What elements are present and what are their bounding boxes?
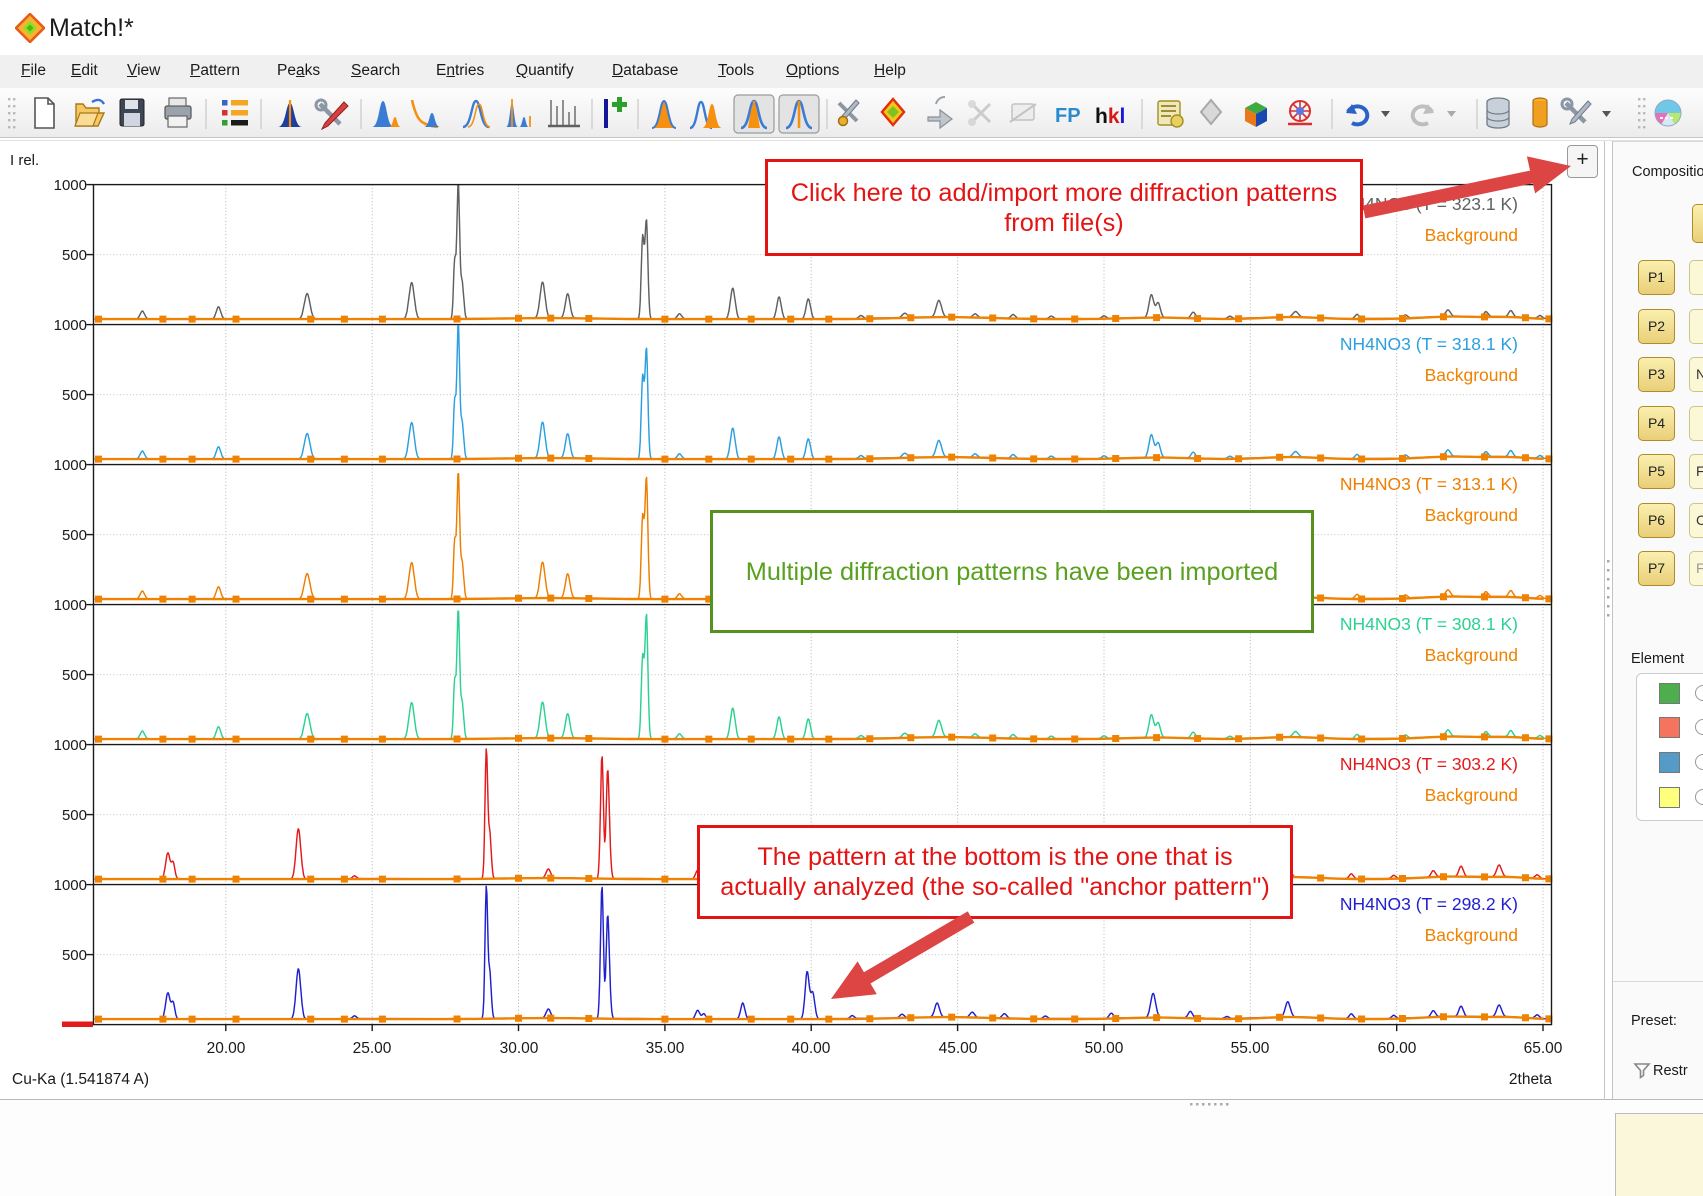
svg-text:40.00: 40.00	[792, 1040, 831, 1057]
svg-text:500: 500	[62, 667, 87, 684]
svg-text:Background: Background	[1425, 645, 1518, 665]
svg-text:500: 500	[62, 247, 87, 264]
svg-text:1000: 1000	[54, 877, 87, 894]
svg-text:NH4NO3 (T = 313.1 K): NH4NO3 (T = 313.1 K)	[1340, 474, 1518, 494]
svg-text:NH4NO3 (T = 298.2 K): NH4NO3 (T = 298.2 K)	[1340, 894, 1518, 914]
svg-text:1000: 1000	[54, 177, 87, 194]
svg-text:35.00: 35.00	[646, 1040, 685, 1057]
svg-text:500: 500	[62, 387, 87, 404]
svg-text:NH4NO3 (T = 318.1 K): NH4NO3 (T = 318.1 K)	[1340, 334, 1518, 354]
svg-text:60.00: 60.00	[1378, 1040, 1417, 1057]
svg-text:NH4NO3 (T = 303.2 K): NH4NO3 (T = 303.2 K)	[1340, 754, 1518, 774]
svg-text:500: 500	[62, 527, 87, 544]
svg-text:NH4NO3 (T = 323.1 K): NH4NO3 (T = 323.1 K)	[1340, 194, 1518, 214]
svg-text:20.00: 20.00	[207, 1040, 246, 1057]
svg-text:45.00: 45.00	[939, 1040, 978, 1057]
svg-text:65.00: 65.00	[1524, 1040, 1563, 1057]
svg-text:30.00: 30.00	[500, 1040, 539, 1057]
svg-text:500: 500	[62, 947, 87, 964]
svg-text:Background: Background	[1425, 925, 1518, 945]
svg-text:Background: Background	[1425, 785, 1518, 805]
svg-text:Cu-Ka (1.541874 A): Cu-Ka (1.541874 A)	[12, 1071, 149, 1088]
svg-text:Background: Background	[1425, 365, 1518, 385]
svg-text:500: 500	[62, 807, 87, 824]
svg-text:1000: 1000	[54, 597, 87, 614]
svg-text:55.00: 55.00	[1231, 1040, 1270, 1057]
svg-text:1000: 1000	[54, 457, 87, 474]
svg-text:25.00: 25.00	[353, 1040, 392, 1057]
svg-text:2theta: 2theta	[1509, 1071, 1552, 1088]
svg-text:1000: 1000	[54, 317, 87, 334]
svg-text:50.00: 50.00	[1085, 1040, 1124, 1057]
svg-text:Background: Background	[1425, 505, 1518, 525]
svg-text:1000: 1000	[54, 737, 87, 754]
svg-text:I rel.: I rel.	[10, 152, 39, 169]
svg-text:Background: Background	[1425, 225, 1518, 245]
svg-text:NH4NO3 (T = 308.1 K): NH4NO3 (T = 308.1 K)	[1340, 614, 1518, 634]
